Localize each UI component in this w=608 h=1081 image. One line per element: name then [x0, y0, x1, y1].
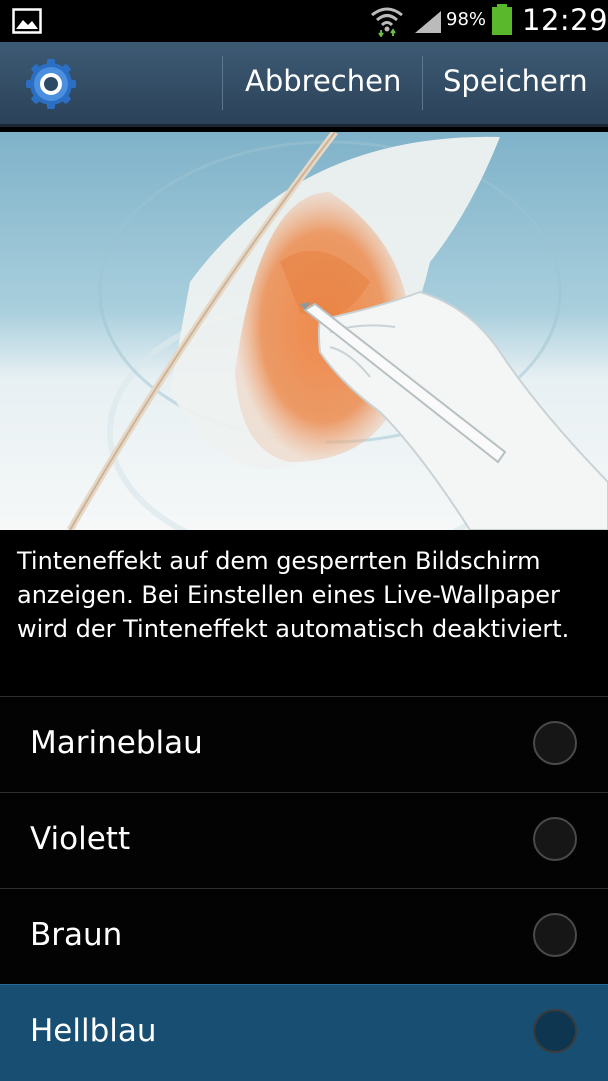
- save-button[interactable]: Speichern: [443, 64, 588, 98]
- radio-button[interactable]: [533, 1009, 577, 1053]
- radio-button[interactable]: [533, 817, 577, 861]
- action-bar: Abbrechen Speichern: [0, 42, 608, 127]
- clock: 12:29: [522, 3, 608, 37]
- gear-icon[interactable]: [22, 56, 80, 116]
- radio-button[interactable]: [533, 913, 577, 957]
- cancel-button[interactable]: Abbrechen: [245, 64, 401, 98]
- option-violett[interactable]: Violett: [0, 792, 608, 888]
- option-braun[interactable]: Braun: [0, 888, 608, 984]
- gallery-icon: [12, 8, 42, 38]
- option-label: Braun: [30, 917, 123, 953]
- battery-icon: [490, 4, 514, 40]
- wifi-icon: [370, 5, 404, 41]
- action-divider: [222, 56, 223, 110]
- action-divider: [422, 56, 423, 110]
- option-marineblau[interactable]: Marineblau: [0, 696, 608, 792]
- option-label: Marineblau: [30, 725, 203, 761]
- option-hellblau[interactable]: Hellblau: [0, 984, 608, 1081]
- battery-percent: 98%: [446, 9, 487, 30]
- radio-button[interactable]: [533, 721, 577, 765]
- option-label: Violett: [30, 821, 131, 857]
- status-bar: 98% 12:29: [0, 0, 608, 42]
- ink-effect-preview-image: [0, 132, 608, 530]
- signal-icon: [414, 10, 442, 38]
- option-label: Hellblau: [30, 1013, 157, 1049]
- description-text: Tinteneffekt auf dem gesperrten Bildschi…: [17, 547, 570, 643]
